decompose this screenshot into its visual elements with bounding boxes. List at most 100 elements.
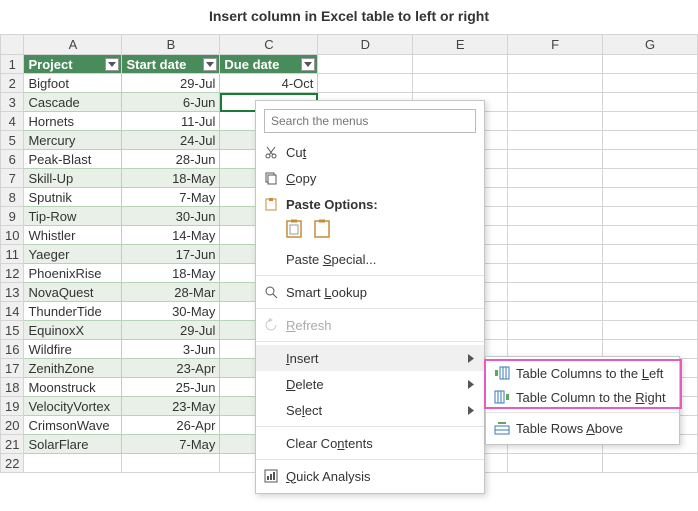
table-header-start-date[interactable]: Start date: [122, 55, 220, 74]
cell[interactable]: [508, 264, 603, 283]
cell[interactable]: [603, 264, 698, 283]
row-header[interactable]: 5: [1, 131, 24, 150]
cell[interactable]: 18-May: [122, 264, 220, 283]
cell[interactable]: 11-Jul: [122, 112, 220, 131]
cell[interactable]: 30-Jun: [122, 207, 220, 226]
cell[interactable]: [508, 112, 603, 131]
cell[interactable]: [508, 302, 603, 321]
cell[interactable]: [603, 207, 698, 226]
cell[interactable]: 7-May: [122, 435, 220, 454]
menu-cut[interactable]: Cut: [256, 139, 484, 165]
row-header[interactable]: 14: [1, 302, 24, 321]
cell[interactable]: Whistler: [24, 226, 122, 245]
cell[interactable]: [508, 207, 603, 226]
cell[interactable]: PhoenixRise: [24, 264, 122, 283]
col-header-D[interactable]: D: [318, 35, 413, 55]
cell[interactable]: VelocityVortex: [24, 397, 122, 416]
row-header[interactable]: 18: [1, 378, 24, 397]
cell[interactable]: Cascade: [24, 93, 122, 112]
cell[interactable]: [603, 131, 698, 150]
row-header[interactable]: 3: [1, 93, 24, 112]
row-header[interactable]: 11: [1, 245, 24, 264]
cell[interactable]: Tip-Row: [24, 207, 122, 226]
cell[interactable]: 24-Jul: [122, 131, 220, 150]
cell[interactable]: 18-May: [122, 169, 220, 188]
col-header-E[interactable]: E: [413, 35, 508, 55]
menu-paste-special[interactable]: Paste Special...: [256, 246, 484, 272]
cell[interactable]: NovaQuest: [24, 283, 122, 302]
cell[interactable]: Wildfire: [24, 340, 122, 359]
cell[interactable]: Skill-Up: [24, 169, 122, 188]
menu-copy[interactable]: Copy: [256, 165, 484, 191]
cell[interactable]: [603, 188, 698, 207]
menu-smart-lookup[interactable]: Smart Lookup: [256, 279, 484, 305]
submenu-table-rows-above[interactable]: Table Rows Above: [486, 416, 679, 440]
cell[interactable]: [603, 302, 698, 321]
cell[interactable]: 29-Jul: [122, 321, 220, 340]
cell[interactable]: 28-Jun: [122, 150, 220, 169]
cell[interactable]: EquinoxX: [24, 321, 122, 340]
cell[interactable]: Hornets: [24, 112, 122, 131]
cell[interactable]: Yaeger: [24, 245, 122, 264]
row-header[interactable]: 9: [1, 207, 24, 226]
cell[interactable]: SolarFlare: [24, 435, 122, 454]
cell[interactable]: Bigfoot: [24, 74, 122, 93]
row-header[interactable]: 20: [1, 416, 24, 435]
col-header-F[interactable]: F: [508, 35, 603, 55]
cell[interactable]: [603, 245, 698, 264]
filter-dropdown-icon[interactable]: [105, 58, 119, 71]
cell[interactable]: 30-May: [122, 302, 220, 321]
menu-clear-contents[interactable]: Clear Contents: [256, 430, 484, 456]
cell[interactable]: [508, 245, 603, 264]
paste-default-icon[interactable]: [286, 219, 304, 242]
col-header-G[interactable]: G: [603, 35, 698, 55]
col-header-B[interactable]: B: [122, 35, 220, 55]
cell[interactable]: 3-Jun: [122, 340, 220, 359]
cell[interactable]: 7-May: [122, 188, 220, 207]
cell[interactable]: Peak-Blast: [24, 150, 122, 169]
cell[interactable]: [603, 74, 698, 93]
filter-dropdown-icon[interactable]: [301, 58, 315, 71]
row-header[interactable]: 15: [1, 321, 24, 340]
cell[interactable]: [603, 283, 698, 302]
row-header[interactable]: 22: [1, 454, 24, 473]
cell[interactable]: [508, 150, 603, 169]
cell[interactable]: [603, 150, 698, 169]
cell[interactable]: [603, 93, 698, 112]
table-header-project[interactable]: Project: [24, 55, 122, 74]
cell[interactable]: 14-May: [122, 226, 220, 245]
cell[interactable]: [508, 283, 603, 302]
row-header[interactable]: 4: [1, 112, 24, 131]
cell[interactable]: 25-Jun: [122, 378, 220, 397]
cell[interactable]: Moonstruck: [24, 378, 122, 397]
cell[interactable]: [508, 321, 603, 340]
cell[interactable]: [508, 169, 603, 188]
cell[interactable]: 17-Jun: [122, 245, 220, 264]
cell[interactable]: [318, 74, 413, 93]
cell[interactable]: 23-May: [122, 397, 220, 416]
menu-quick-analysis[interactable]: Quick Analysis: [256, 463, 484, 489]
row-header[interactable]: 21: [1, 435, 24, 454]
filter-dropdown-icon[interactable]: [203, 58, 217, 71]
table-header-due-date[interactable]: Due date: [220, 55, 318, 74]
cell[interactable]: [508, 93, 603, 112]
cell[interactable]: [508, 188, 603, 207]
cell[interactable]: ZenithZone: [24, 359, 122, 378]
cell[interactable]: [603, 226, 698, 245]
cell[interactable]: 28-Mar: [122, 283, 220, 302]
col-header-A[interactable]: A: [24, 35, 122, 55]
row-header[interactable]: 12: [1, 264, 24, 283]
submenu-table-columns-left[interactable]: Table Columns to the Left: [486, 361, 679, 385]
cell[interactable]: [508, 74, 603, 93]
menu-insert[interactable]: Insert: [256, 345, 484, 371]
submenu-table-column-right[interactable]: Table Column to the Right: [486, 385, 679, 409]
cell[interactable]: 29-Jul: [122, 74, 220, 93]
row-header[interactable]: 6: [1, 150, 24, 169]
cell[interactable]: Mercury: [24, 131, 122, 150]
paste-values-icon[interactable]: [314, 219, 332, 242]
row-header[interactable]: 8: [1, 188, 24, 207]
row-header[interactable]: 19: [1, 397, 24, 416]
cell[interactable]: 23-Apr: [122, 359, 220, 378]
row-header[interactable]: 2: [1, 74, 24, 93]
select-all-corner[interactable]: [1, 35, 24, 55]
